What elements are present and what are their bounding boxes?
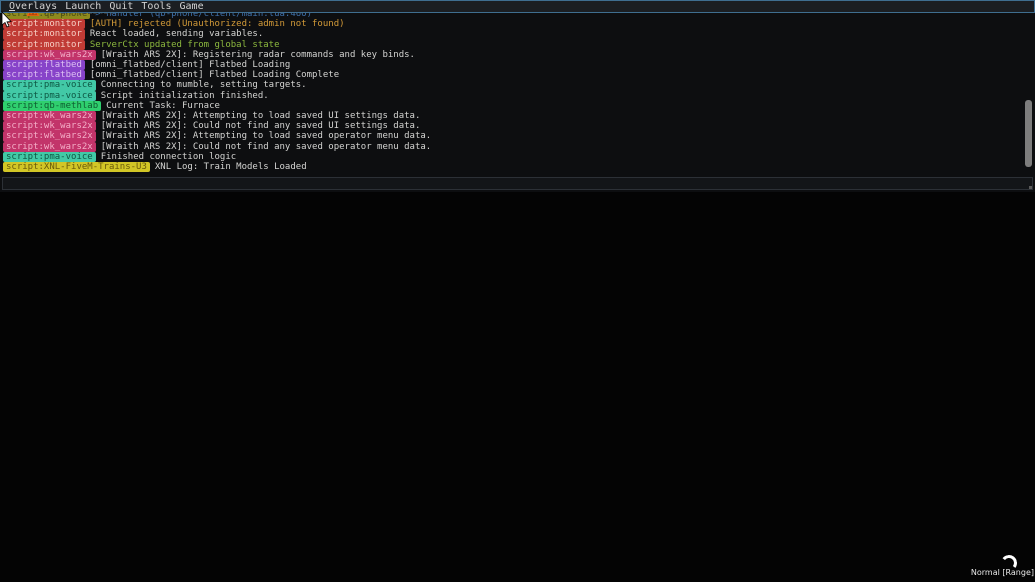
- script-badge: script:flatbed: [3, 70, 85, 80]
- log-line: script:wk_wars2x [Wraith ARS 2X]: Attempt…: [3, 131, 1035, 141]
- log-message: [omni_flatbed/client] Flatbed Loading: [90, 60, 290, 70]
- script-badge: script:pma-voice: [3, 152, 96, 162]
- script-badge: script:monitor: [3, 29, 85, 39]
- log-line: script:pma-voice Script initialization fi…: [3, 91, 1035, 101]
- log-message: [omni_flatbed/client] Flatbed Loading Co…: [90, 70, 339, 80]
- log-message: [Wraith ARS 2X]: Attempting to load save…: [101, 111, 421, 121]
- script-badge: script:XNL-FiveM-Trains-U3: [3, 162, 150, 172]
- log-line: script:monitor ServerCtx updated from glo…: [3, 40, 1035, 50]
- log-message: Finished connection logic: [101, 152, 236, 162]
- log-line: script:flatbed [omni_flatbed/client] Flat…: [3, 60, 1035, 70]
- log-scrollbar-track[interactable]: [1025, 13, 1032, 176]
- script-badge: script:monitor: [3, 40, 85, 50]
- console-command-input[interactable]: [2, 177, 1033, 190]
- resize-grip[interactable]: [1029, 186, 1032, 189]
- log-scrollbar-thumb[interactable]: [1025, 100, 1032, 167]
- log-message: XNL Log: Train Models Loaded: [155, 162, 307, 172]
- log-line: script:XNL-FiveM-Trains-U3 XNL Log: Train…: [3, 162, 1035, 172]
- log-message: Connecting to mumble, setting targets.: [101, 80, 307, 90]
- menu-item-launch[interactable]: Launch: [65, 1, 101, 12]
- log-message: [Wraith ARS 2X]: Could not find any save…: [101, 142, 432, 152]
- log-line: script:flatbed [omni_flatbed/client] Flat…: [3, 70, 1035, 80]
- script-badge: script:monitor: [3, 19, 85, 29]
- console-window: OverlaysLaunchQuitToolsGame FiveM (b2545…: [0, 0, 1035, 192]
- log-line: script:wk_wars2x [Wraith ARS 2X]: Registe…: [3, 50, 1035, 60]
- menu-item-quit[interactable]: Quit: [109, 1, 133, 12]
- menu-item-game[interactable]: Game: [180, 1, 204, 12]
- script-badge: script:wk_wars2x: [3, 111, 96, 121]
- log-line: script:wk_wars2x [Wraith ARS 2X]: Could n…: [3, 142, 1035, 152]
- log-message: ServerCtx updated from global state: [90, 40, 280, 50]
- log-line: script:pma-voice Finished connection logi…: [3, 152, 1035, 162]
- log-line: script:wk_wars2x [Wraith ARS 2X]: Could n…: [3, 121, 1035, 131]
- script-badge: script:wk_wars2x: [3, 131, 96, 141]
- log-line: script:monitor React loaded, sending vari…: [3, 29, 1035, 39]
- script-badge: script:wk_wars2x: [3, 142, 96, 152]
- script-badge: script:flatbed: [3, 60, 85, 70]
- menu-bar: Overlays Launch Quit Tools Game: [0, 0, 1035, 13]
- log-line: script:monitor [AUTH] rejected (Unauthori…: [3, 19, 1035, 29]
- script-badge: script:wk_wars2x: [3, 50, 96, 60]
- script-badge: script:wk_wars2x: [3, 121, 96, 131]
- script-badge: script:pma-voice: [3, 80, 96, 90]
- menu-item-tools[interactable]: Tools: [141, 1, 171, 12]
- status-label: Normal [Range]: [958, 568, 1034, 577]
- log-message: Script initialization finished.: [101, 91, 269, 101]
- menu-item-overlays[interactable]: Overlays: [9, 1, 57, 12]
- log-message: [Wraith ARS 2X]: Registering radar comma…: [101, 50, 415, 60]
- log-message: > handler (qb-phone/client/main.lua:466): [95, 13, 312, 19]
- log-message: Current Task: Furnace: [106, 101, 220, 111]
- log-message: React loaded, sending variables.: [90, 29, 263, 39]
- script-badge: script:qb-methlab: [3, 101, 101, 111]
- console-log[interactable]: script:qb-phone> handler (qb-phone/clien…: [0, 13, 1035, 176]
- log-message: [AUTH] rejected (Unauthorized: admin not…: [90, 19, 345, 29]
- log-line: script:pma-voice Connecting to mumble, se…: [3, 80, 1035, 90]
- script-badge: script:pma-voice: [3, 91, 96, 101]
- log-line: script:qb-methlab Current Task: Furnace: [3, 101, 1035, 111]
- log-message: [Wraith ARS 2X]: Could not find any save…: [101, 121, 421, 131]
- log-message: [Wraith ARS 2X]: Attempting to load save…: [101, 131, 432, 141]
- log-line: script:wk_wars2x [Wraith ARS 2X]: Attempt…: [3, 111, 1035, 121]
